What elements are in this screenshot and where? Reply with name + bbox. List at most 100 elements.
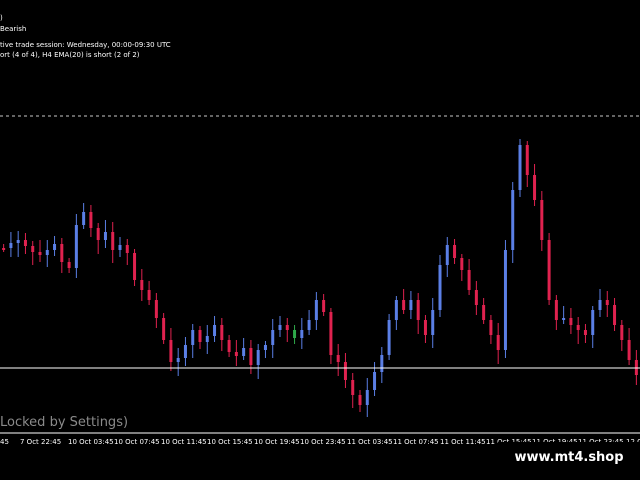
time-axis-label: 10 Oct 23:45 bbox=[300, 438, 346, 446]
time-axis-label: 10 Oct 07:45 bbox=[114, 438, 160, 446]
candle-body bbox=[482, 305, 486, 320]
candle-body bbox=[263, 345, 267, 350]
candle-body bbox=[67, 262, 71, 268]
candle-body bbox=[271, 330, 275, 345]
candle-body bbox=[474, 290, 478, 305]
candle-body bbox=[169, 340, 173, 362]
candle-body bbox=[431, 310, 435, 335]
candle-body bbox=[82, 212, 86, 225]
candle-body bbox=[242, 348, 246, 356]
candle-body bbox=[583, 330, 587, 335]
candle-body bbox=[496, 335, 500, 350]
candle-body bbox=[460, 258, 464, 270]
time-axis-label: 45 bbox=[0, 438, 9, 446]
candle-body bbox=[45, 250, 49, 255]
candle-body bbox=[60, 244, 64, 262]
candle-body bbox=[613, 305, 617, 325]
candle-body bbox=[133, 253, 137, 280]
candle-body bbox=[2, 248, 6, 250]
watermark-logo: www.mt4.shop bbox=[498, 442, 640, 472]
candle-body bbox=[118, 245, 122, 250]
candle-body bbox=[220, 325, 224, 340]
candle-body bbox=[402, 300, 406, 310]
candle-body bbox=[96, 228, 100, 240]
candle-body bbox=[256, 350, 260, 365]
candle-body bbox=[453, 245, 457, 258]
candle-body bbox=[373, 372, 377, 390]
time-axis-label: 10 Oct 03:45 bbox=[68, 438, 114, 446]
candle-body bbox=[227, 340, 231, 352]
watermark-text: www.mt4.shop bbox=[514, 449, 624, 465]
candle-body bbox=[89, 212, 93, 228]
candle-body bbox=[336, 355, 340, 362]
candle-body bbox=[307, 320, 311, 330]
candle-body bbox=[31, 246, 35, 252]
price-chart[interactable] bbox=[0, 0, 640, 480]
time-axis-label: 11 Oct 11:45 bbox=[440, 438, 486, 446]
locked-by-settings-label: Locked by Settings) bbox=[0, 415, 129, 430]
candle-body bbox=[293, 330, 297, 338]
candle-body bbox=[329, 312, 333, 355]
candle-body bbox=[111, 232, 115, 250]
candle-body bbox=[183, 345, 187, 358]
candle-body bbox=[409, 300, 413, 310]
candle-body bbox=[300, 330, 304, 338]
candle-body bbox=[533, 175, 537, 200]
candle-body bbox=[53, 244, 57, 250]
candle-body bbox=[627, 340, 631, 360]
time-axis-label: 11 Oct 03:45 bbox=[347, 438, 393, 446]
candles-group bbox=[2, 139, 638, 417]
candle-body bbox=[518, 145, 522, 190]
time-axis-label: 11 Oct 07:45 bbox=[393, 438, 439, 446]
candle-body bbox=[380, 355, 384, 372]
candle-body bbox=[9, 243, 13, 248]
candle-body bbox=[74, 225, 78, 268]
candle-body bbox=[162, 318, 166, 340]
candle-body bbox=[125, 245, 129, 253]
candle-body bbox=[176, 358, 180, 362]
candle-body bbox=[343, 362, 347, 380]
candle-body bbox=[394, 300, 398, 320]
candle-body bbox=[598, 300, 602, 310]
candle-body bbox=[322, 300, 326, 312]
info-line-2: Bearish bbox=[0, 25, 27, 33]
candle-body bbox=[467, 270, 471, 290]
candle-body bbox=[103, 232, 107, 240]
candle-body bbox=[191, 330, 195, 345]
candle-body bbox=[314, 300, 318, 320]
time-axis-label: 10 Oct 15:45 bbox=[207, 438, 253, 446]
candle-body bbox=[205, 336, 209, 342]
candle-body bbox=[525, 145, 529, 175]
candle-body bbox=[38, 252, 42, 255]
candle-body bbox=[569, 318, 573, 325]
candle-body bbox=[416, 300, 420, 320]
candle-body bbox=[554, 300, 558, 320]
candle-body bbox=[489, 320, 493, 335]
candle-body bbox=[503, 250, 507, 350]
candle-body bbox=[423, 320, 427, 335]
time-axis-label: 10 Oct 11:45 bbox=[161, 438, 207, 446]
candle-body bbox=[445, 245, 449, 265]
candle-body bbox=[234, 352, 238, 356]
candle-body bbox=[620, 325, 624, 340]
candle-body bbox=[387, 320, 391, 355]
candle-body bbox=[591, 310, 595, 335]
info-line-4: ort (4 of 4), H4 EMA(20) is short (2 of … bbox=[0, 51, 140, 59]
time-axis-label: 7 Oct 22:45 bbox=[20, 438, 62, 446]
candle-body bbox=[605, 300, 609, 305]
candle-body bbox=[540, 200, 544, 240]
candle-body bbox=[147, 290, 151, 300]
candle-body bbox=[198, 330, 202, 342]
info-line-3: tive trade session: Wednesday, 00:00-09:… bbox=[0, 41, 171, 49]
candle-body bbox=[16, 240, 20, 243]
candle-body bbox=[576, 325, 580, 330]
candle-body bbox=[140, 280, 144, 290]
candle-body bbox=[365, 390, 369, 405]
candle-body bbox=[278, 325, 282, 330]
candle-body bbox=[213, 325, 217, 336]
candle-body bbox=[351, 380, 355, 395]
candle-body bbox=[547, 240, 551, 300]
candle-body bbox=[438, 265, 442, 310]
candle-body bbox=[23, 240, 27, 246]
time-axis-label: 10 Oct 19:45 bbox=[254, 438, 300, 446]
